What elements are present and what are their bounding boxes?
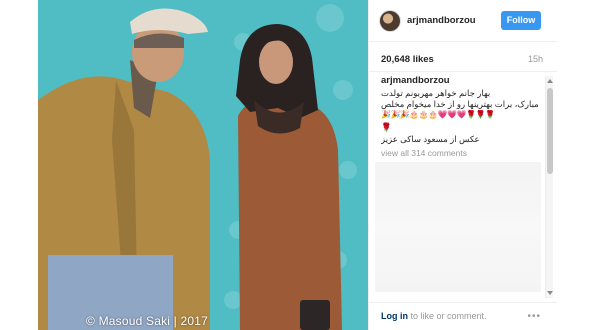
caption-emoji-line: 🌹 bbox=[381, 122, 392, 132]
scroll-up-arrow-icon[interactable] bbox=[547, 79, 553, 83]
post-header: arjmandborzou Follow bbox=[369, 0, 557, 42]
comments-scrollbar[interactable] bbox=[545, 76, 553, 298]
post-time[interactable]: 15h bbox=[528, 54, 543, 64]
login-prompt: Log in to like or comment. bbox=[381, 311, 487, 321]
caption-line: بهار جانم خواهر مهربونم تولدت bbox=[381, 88, 491, 98]
caption-emoji-line: 🌹🌹🌹💗💗💗🎂🎂🎂🎉🎉🎉 bbox=[381, 110, 495, 119]
caption-username[interactable]: arjmandborzou bbox=[381, 75, 450, 86]
view-all-comments-link[interactable]: view all 314 comments bbox=[381, 148, 467, 158]
more-options-icon[interactable]: ••• bbox=[527, 311, 541, 322]
blurred-comments bbox=[375, 162, 541, 292]
username[interactable]: arjmandborzou bbox=[407, 15, 476, 26]
comments-area: arjmandborzou بهار جانم خواهر مهربونم تو… bbox=[369, 72, 545, 302]
likes-count[interactable]: 20,648 likes bbox=[381, 54, 434, 65]
caption-line: عکس از مسعود ساکی عزیز bbox=[381, 134, 480, 144]
likes-row: 20,648 likes 15h bbox=[369, 42, 557, 72]
photo-illustration bbox=[38, 0, 368, 330]
scroll-down-arrow-icon[interactable] bbox=[547, 291, 553, 295]
post-side-panel: arjmandborzou Follow 20,648 likes 15h ar… bbox=[368, 0, 557, 330]
scrollbar-thumb[interactable] bbox=[547, 88, 553, 174]
photo-credit: © Masoud Saki | 2017 bbox=[86, 314, 209, 328]
login-link[interactable]: Log in bbox=[381, 311, 408, 321]
caption-line: مبارک، برات بهترینها رو از خدا میخوام مخ… bbox=[381, 99, 539, 109]
avatar[interactable] bbox=[379, 10, 401, 32]
post-footer: Log in to like or comment. ••• bbox=[369, 302, 557, 330]
follow-button[interactable]: Follow bbox=[501, 11, 541, 30]
login-prompt-text: to like or comment. bbox=[408, 311, 487, 321]
post-photo[interactable]: © Masoud Saki | 2017 bbox=[38, 0, 368, 330]
